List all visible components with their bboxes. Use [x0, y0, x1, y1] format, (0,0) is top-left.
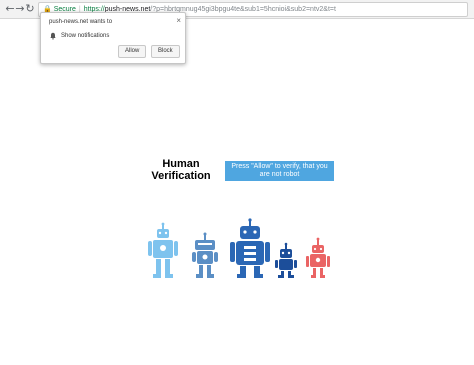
- robot-dark-blue: [230, 218, 270, 278]
- robot-red: [306, 237, 330, 278]
- popup-title: push-news.net wants to: [49, 19, 113, 25]
- permission-label: Show notifications: [61, 33, 110, 39]
- notification-permission-popup: push-news.net wants to × Show notificati…: [40, 12, 186, 64]
- robot-light-blue: [148, 222, 178, 278]
- close-icon[interactable]: ×: [176, 16, 181, 25]
- permission-row: Show notifications: [49, 32, 109, 40]
- allow-button[interactable]: Allow: [118, 45, 147, 58]
- reload-icon[interactable]: ↻: [24, 2, 36, 16]
- robot-mid-blue: [192, 232, 218, 278]
- robots-illustration: [148, 218, 330, 278]
- press-allow-label: Press "Allow" to verify, that you are no…: [231, 163, 328, 178]
- bell-icon: [50, 32, 56, 40]
- block-button[interactable]: Block: [151, 45, 180, 58]
- robot-navy: [275, 242, 297, 278]
- page-title-line2: Verification: [151, 170, 211, 182]
- press-allow-button[interactable]: Press "Allow" to verify, that you are no…: [225, 161, 334, 181]
- page-title-line1: Human: [162, 158, 200, 170]
- page-title: Human Verification: [146, 158, 216, 182]
